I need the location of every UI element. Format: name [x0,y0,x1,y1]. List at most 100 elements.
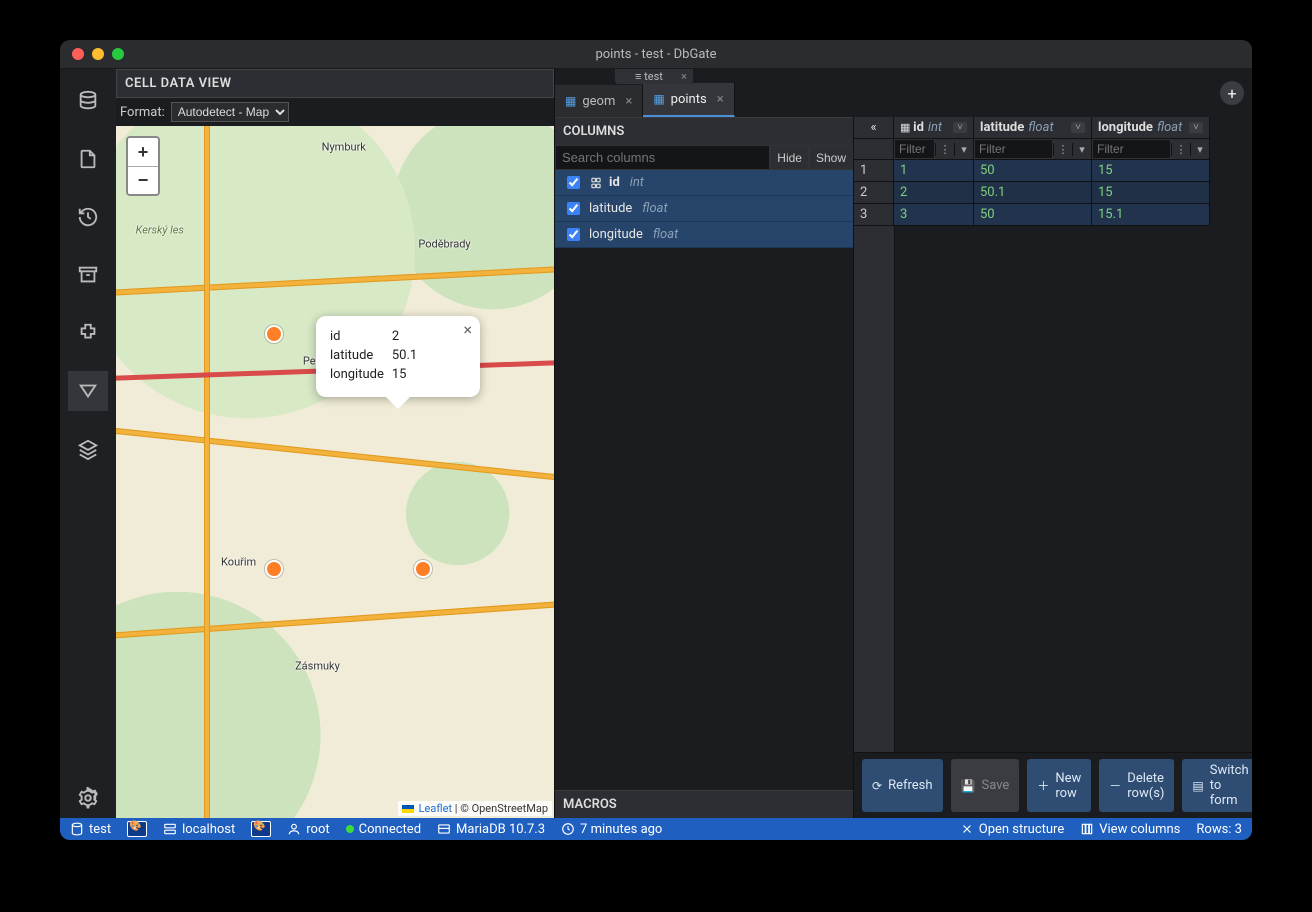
cell-data-icon[interactable] [68,371,108,411]
hide-columns-button[interactable]: Hide [770,145,809,170]
status-time: 7 minutes ago [561,822,662,837]
filter-menu-icon[interactable]: ⋮ [1053,143,1072,156]
open-structure-button[interactable]: Open structure [960,822,1064,837]
popup-close-icon[interactable]: × [463,320,472,339]
macros-header[interactable]: MACROS [555,790,853,818]
columns-search-input[interactable] [555,145,770,170]
status-theme[interactable] [127,821,147,837]
column-item[interactable]: id int [555,170,853,196]
refresh-button[interactable]: ⟳Refresh [862,759,943,812]
column-header-longitude[interactable]: longitudefloat ˅ [1092,117,1210,139]
refresh-icon: ⟳ [872,779,882,793]
plugins-icon[interactable] [68,313,108,353]
window-title: points - test - DbGate [60,47,1252,62]
chevron-down-icon[interactable]: ˅ [1189,122,1203,133]
format-label: Format: [120,105,165,120]
filter-menu-icon[interactable]: ⋮ [1171,143,1190,156]
column-item[interactable]: longitude float [555,222,853,248]
map-view[interactable]: Nymburk Poděbrady Pečky Kouřim Zásmuky K… [116,126,554,818]
status-connected: Connected [346,822,421,837]
status-user[interactable]: root [287,822,329,837]
filter-icon[interactable]: ▾ [954,143,973,156]
view-columns-button[interactable]: View columns [1080,822,1180,837]
grid-toolbar: ⟳Refresh 💾Save ＋New row －Delete row(s) ▤… [854,752,1252,818]
status-theme2[interactable] [251,821,271,837]
close-icon[interactable]: × [625,94,632,109]
status-server: MariaDB 10.7.3 [437,822,545,837]
map-marker[interactable] [265,560,283,578]
database-icon[interactable] [68,81,108,121]
data-grid: « ▦ idint ˅ latitudefloat ˅ [854,117,1252,752]
status-host[interactable]: localhost [163,822,235,837]
filter-input-id[interactable] [894,139,935,159]
save-button: 💾Save [951,759,1020,812]
column-header-latitude[interactable]: latitudefloat ˅ [974,117,1092,139]
expand-columns-button[interactable]: « [854,117,894,139]
column-checkbox[interactable] [567,176,580,189]
status-dot-icon [346,825,354,833]
plus-icon: ＋ [1037,777,1049,794]
flag-icon [402,805,414,813]
zoom-in-button[interactable]: + [128,138,158,166]
layers-icon[interactable] [68,429,108,469]
delete-row-button[interactable]: －Delete row(s) [1099,759,1174,812]
switch-form-button[interactable]: ▤Switch to form [1182,759,1252,812]
map-label: Zásmuky [295,659,340,672]
filter-icon[interactable]: ▾ [1072,143,1091,156]
new-row-button[interactable]: ＋New row [1027,759,1091,812]
close-icon[interactable]: × [681,70,687,83]
format-row: Format: Autodetect - Map [116,98,554,126]
row-count: Rows: 3 [1196,822,1242,837]
map-label: Nymburk [322,140,366,153]
status-db[interactable]: test [70,822,111,837]
filter-icon[interactable]: ▾ [1190,143,1209,156]
leaflet-link[interactable]: Leaflet [419,802,452,815]
cell-data-panel: CELL DATA VIEW Format: Autodetect - Map … [116,69,555,818]
new-tab-button[interactable]: + [1220,81,1244,105]
palette-icon [127,821,147,837]
archive-icon[interactable] [68,255,108,295]
map-marker[interactable] [265,325,283,343]
show-columns-button[interactable]: Show [809,145,853,170]
format-select[interactable]: Autodetect - Map [171,102,289,122]
map-marker[interactable] [414,560,432,578]
save-icon: 💾 [961,779,976,793]
map-zoom-controls: + − [126,136,160,196]
database-icon: ≡ [635,70,641,83]
palette-icon [251,821,271,837]
filter-input-longitude[interactable] [1092,139,1171,159]
zoom-out-button[interactable]: − [128,166,158,194]
map-label: Kerský les [136,223,184,236]
column-checkbox[interactable] [567,228,580,241]
map-label: Poděbrady [418,237,470,250]
history-icon[interactable] [68,197,108,237]
table-row[interactable]: 2 2 50.1 15 [854,182,1252,204]
table-icon: ▦ [653,92,664,106]
db-chip[interactable]: ≡ test × [615,69,693,84]
table-row[interactable]: 1 1 50 15 [854,160,1252,182]
map-attribution: Leaflet | © OpenStreetMap [398,801,552,816]
primary-key-icon [589,175,603,190]
tab-geom[interactable]: ▦ geom × [555,85,643,117]
map-popup: × id2 latitude50.1 longitude15 [316,316,480,397]
settings-icon[interactable] [68,778,108,818]
tab-points[interactable]: ▦ points × [643,83,734,117]
file-icon[interactable] [68,139,108,179]
column-header-id[interactable]: ▦ idint ˅ [894,117,974,139]
columns-header: COLUMNS [555,117,853,145]
filter-input-latitude[interactable] [974,139,1053,159]
map-label: Kouřim [221,555,256,568]
status-bar: test localhost root Connected MariaDB 10… [60,818,1252,840]
filter-menu-icon[interactable]: ⋮ [935,143,954,156]
form-icon: ▤ [1192,779,1203,793]
chevron-down-icon[interactable]: ˅ [953,122,967,133]
minus-icon: － [1109,777,1121,794]
titlebar: points - test - DbGate [60,40,1252,69]
table-row[interactable]: 3 3 50 15.1 [854,204,1252,226]
table-icon: ▦ [565,94,576,108]
column-item[interactable]: latitude float [555,196,853,222]
column-checkbox[interactable] [567,202,580,215]
close-icon[interactable]: × [717,92,724,107]
chevron-down-icon[interactable]: ˅ [1071,122,1085,133]
left-icon-bar [60,69,116,818]
